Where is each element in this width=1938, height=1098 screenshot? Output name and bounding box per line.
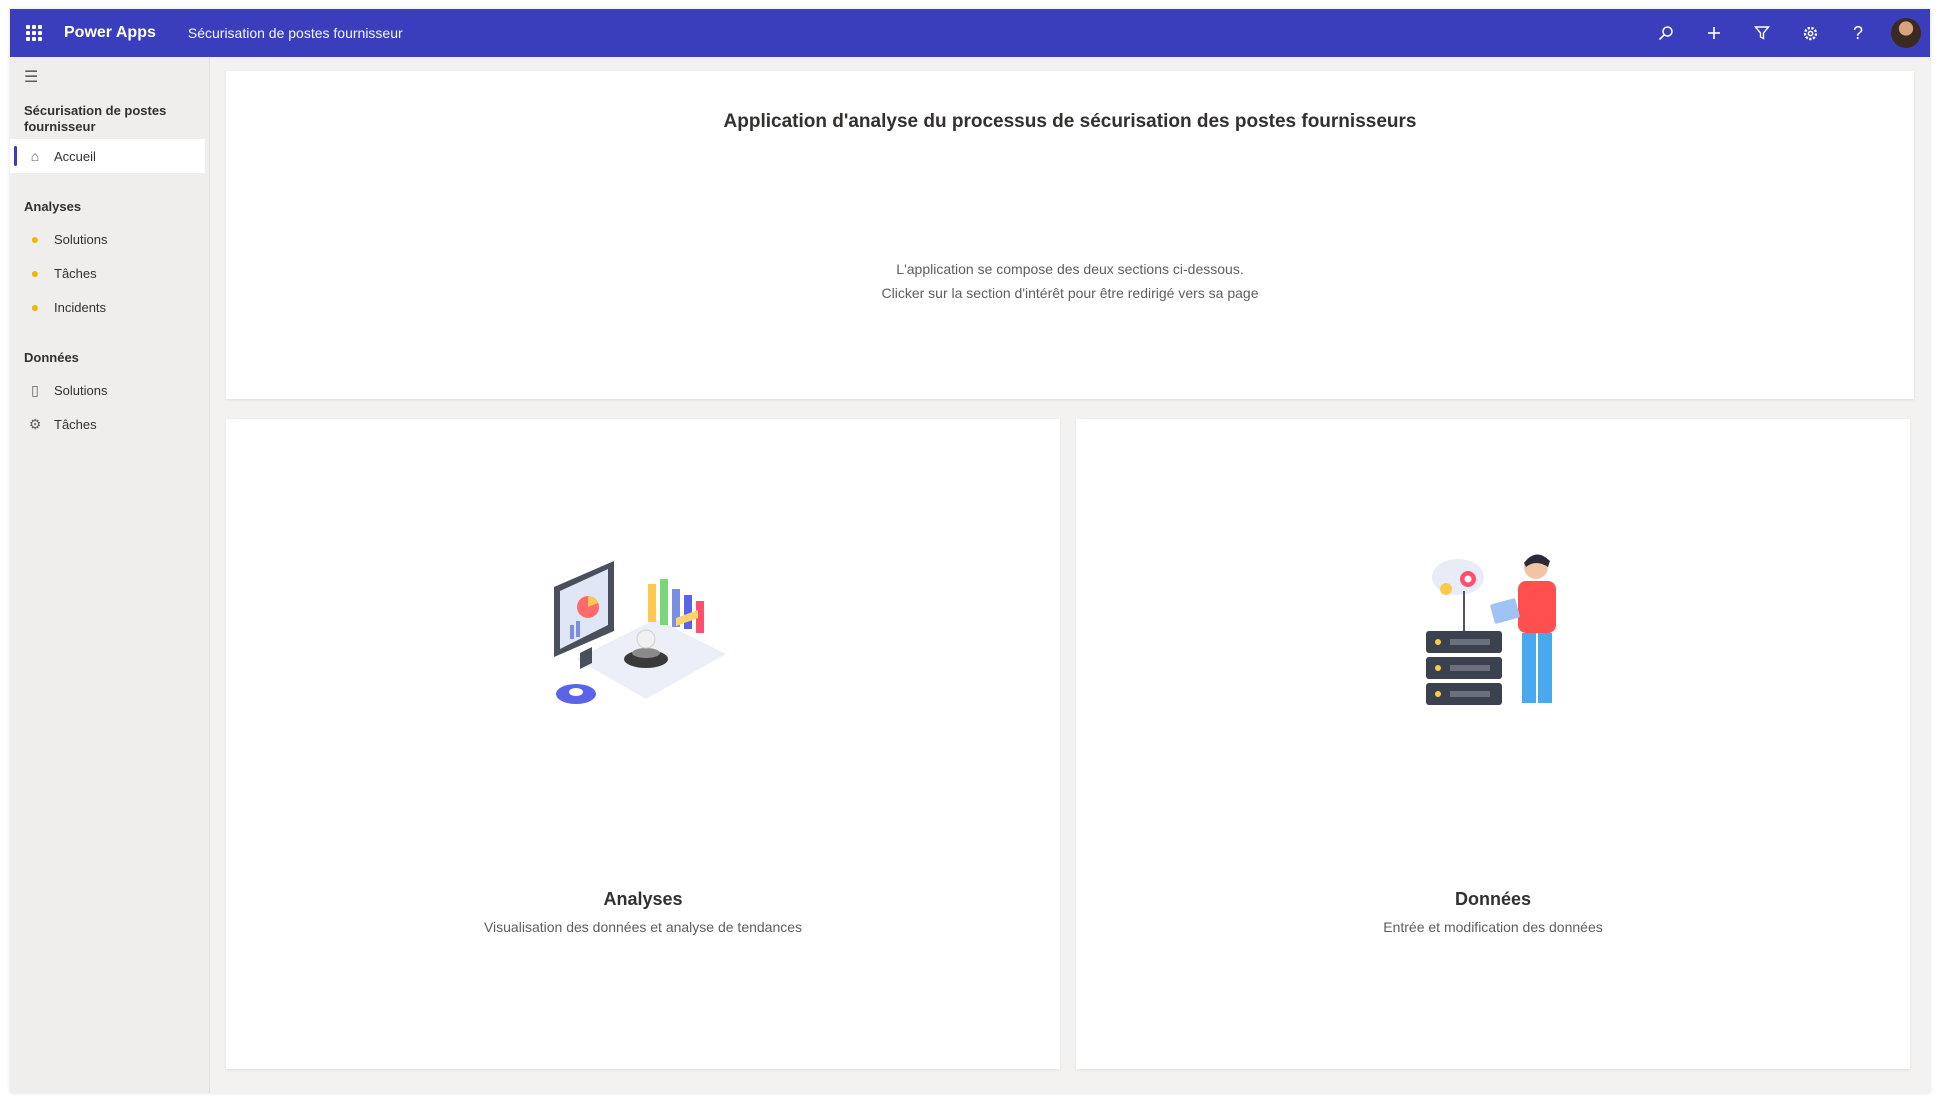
main-content: Application d'analyse du processus de sé… [210, 57, 1930, 1093]
top-bar: Power Apps Sécurisation de postes fourni… [10, 9, 1930, 57]
sidebar-item-label: Solutions [54, 382, 108, 398]
sidebar-group-analyses: Analyses [24, 199, 82, 214]
hamburger-icon[interactable]: ☰ [10, 57, 209, 97]
sidebar-item-label: Accueil [54, 148, 96, 164]
sidebar-item-donnees-taches[interactable]: ⚙ Tâches [10, 407, 209, 441]
intro-text: L'application se compose des deux sectio… [226, 257, 1914, 305]
sidebar-item-analyses-solutions[interactable]: ● Solutions [10, 222, 209, 256]
settings-icon[interactable] [1786, 9, 1834, 57]
lightbulb-icon: ● [30, 299, 40, 315]
top-bar-actions: ? [1642, 9, 1930, 57]
sidebar-item-label: Tâches [54, 416, 97, 432]
analytics-dashboard-illustration [554, 561, 726, 704]
brand-name[interactable]: Power Apps [64, 24, 156, 42]
card-title: Données [1454, 889, 1532, 909]
intro-line-1: L'application se compose des deux sectio… [896, 261, 1244, 277]
help-icon[interactable]: ? [1834, 9, 1882, 57]
plus-icon[interactable] [1690, 9, 1738, 57]
gear-icon: ⚙ [28, 415, 42, 432]
power-apps-window: Power Apps Sécurisation de postes fourni… [10, 9, 1930, 1093]
sidebar: ☰ Sécurisation de postes fournisseur ⌂ A… [10, 57, 210, 1093]
data-server-illustration [1426, 554, 1556, 705]
sidebar-item-label: Incidents [54, 299, 107, 315]
sidebar-item-label: Solutions [54, 231, 108, 247]
card-title: Analyses [603, 889, 683, 909]
app-name: Sécurisation de postes fournisseur [187, 25, 403, 41]
sidebar-item-accueil[interactable]: ⌂ Accueil [10, 139, 205, 173]
sidebar-item-analyses-incidents[interactable]: ● Incidents [10, 290, 209, 324]
card-donnees[interactable]: Données Entrée et modification des donné… [1076, 419, 1910, 1069]
sidebar-item-donnees-solutions[interactable]: ▯ Solutions [10, 373, 209, 407]
intro-panel: Application d'analyse du processus de sé… [226, 71, 1914, 399]
intro-line-2: Clicker sur la section d'intérêt pour êt… [881, 285, 1259, 301]
card-description: Entrée et modification des données [1383, 919, 1603, 935]
card-description: Visualisation des données et analyse de … [483, 919, 803, 935]
sidebar-item-analyses-taches[interactable]: ● Tâches [10, 256, 209, 290]
sidebar-item-label: Tâches [54, 265, 97, 281]
app-launcher-button[interactable] [10, 9, 58, 57]
filter-icon[interactable] [1738, 9, 1786, 57]
sidebar-app-title: Sécurisation de postes fournisseur [24, 103, 167, 134]
home-icon: ⌂ [30, 148, 40, 164]
avatar[interactable] [1891, 18, 1921, 48]
lightbulb-icon: ● [30, 231, 40, 247]
lightbulb-icon: ● [30, 265, 40, 281]
document-icon: ▯ [31, 381, 39, 398]
card-analyses[interactable]: Analyses Visualisation des données et an… [226, 419, 1060, 1069]
waffle-icon [26, 25, 42, 41]
page-title: Application d'analyse du processus de sé… [723, 111, 1417, 132]
sidebar-group-donnees: Données [24, 350, 79, 365]
search-icon[interactable] [1642, 9, 1690, 57]
